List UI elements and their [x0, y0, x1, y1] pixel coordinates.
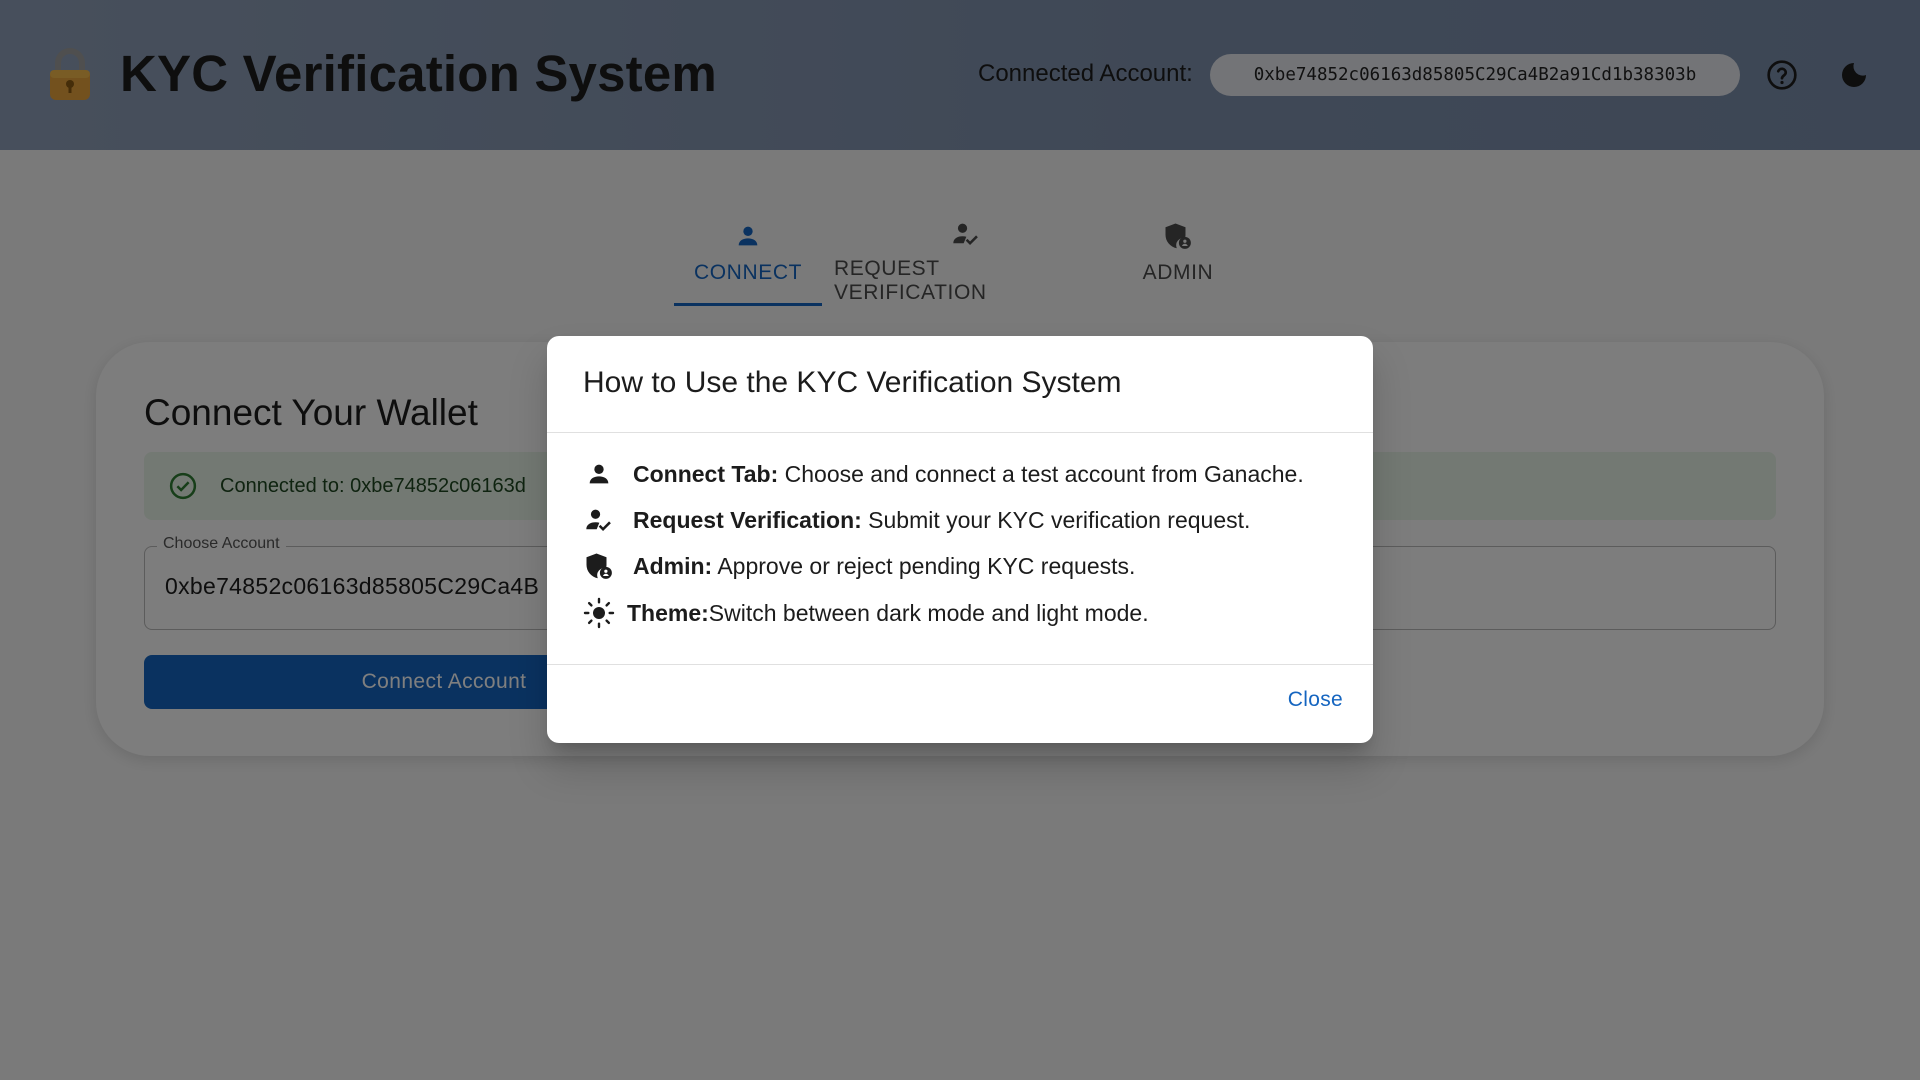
help-item-connect: Connect Tab: Choose and connect a test a…: [583, 458, 1304, 490]
divider: [547, 432, 1373, 433]
help-item-title: Theme:: [627, 599, 709, 626]
close-button[interactable]: Close: [1288, 688, 1343, 712]
help-item-text: Submit your KYC verification request.: [861, 506, 1251, 533]
help-dialog: How to Use the KYC Verification System C…: [547, 336, 1373, 743]
divider: [547, 664, 1373, 665]
dialog-title: How to Use the KYC Verification System: [583, 366, 1122, 399]
sun-icon: [583, 597, 615, 629]
help-item-text: Switch between dark mode and light mode.: [708, 599, 1149, 626]
help-item-title: Admin:: [633, 552, 713, 579]
help-item-title: Connect Tab:: [633, 460, 779, 487]
admin-shield-icon: [583, 550, 615, 582]
person-icon: [583, 458, 615, 490]
help-item-title: Request Verification:: [633, 506, 862, 533]
person-check-icon: [583, 504, 615, 536]
help-item-text: Approve or reject pending KYC requests.: [712, 552, 1136, 579]
help-item-text: Choose and connect a test account from G…: [778, 460, 1304, 487]
help-item-theme: Theme:Switch between dark mode and light…: [583, 597, 1149, 629]
help-item-admin: Admin: Approve or reject pending KYC req…: [583, 550, 1135, 582]
help-item-request: Request Verification: Submit your KYC ve…: [583, 504, 1250, 536]
